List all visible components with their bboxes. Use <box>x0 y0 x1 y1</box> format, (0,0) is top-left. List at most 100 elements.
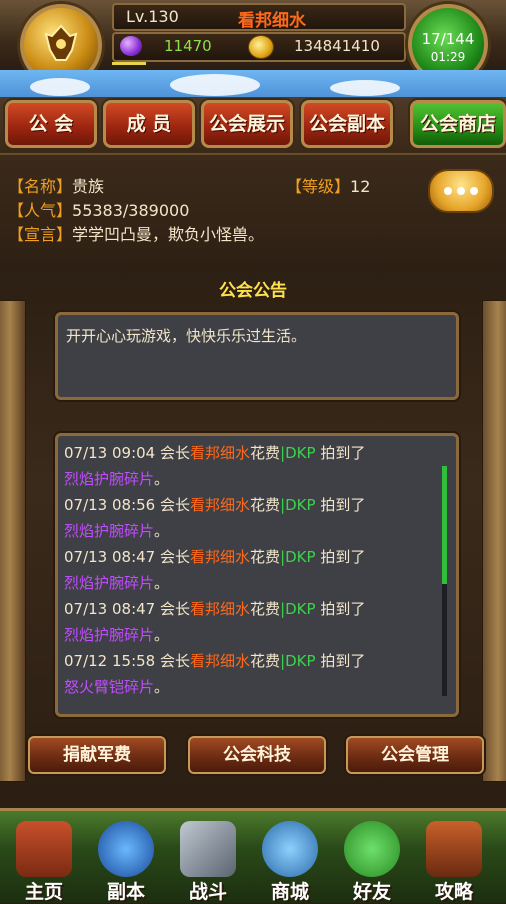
log-dkp: |DKP <box>280 548 316 566</box>
nav-battle[interactable]: 战斗 <box>168 811 248 903</box>
guild-tech-button[interactable]: 公会科技 <box>188 736 326 774</box>
chat-button[interactable] <box>428 169 494 213</box>
nav-dungeon[interactable]: 副本 <box>86 811 166 903</box>
guild-log-list[interactable]: 07/13 09:04 会长看邦细水花费|DKP 拍到了 烈焰护腕碎片。 07/1… <box>55 433 459 717</box>
chat-dots-icon <box>444 187 452 195</box>
log-time: 07/13 09:04 <box>64 444 156 462</box>
guild-level-row: 【等级】12 <box>286 173 370 197</box>
guild-name-row: 【名称】贵族 <box>8 173 104 197</box>
nav-shop[interactable]: 商城 <box>250 811 330 903</box>
guild-tab-bar: 公 会 成 员 公会展示 公会副本 公会商店 <box>0 97 506 153</box>
monster-shop-icon <box>262 821 318 877</box>
nav-home[interactable]: 主页 <box>4 811 84 903</box>
log-role: 会长 <box>160 600 191 618</box>
nav-friends[interactable]: 好友 <box>332 811 412 903</box>
resource-bar: 11470 134841410 <box>112 32 406 62</box>
log-action: 花费 <box>250 600 281 618</box>
list-item: 07/13 08:47 会长看邦细水花费|DKP 拍到了烈焰护腕碎片。 <box>64 596 436 648</box>
log-time: 07/13 08:47 <box>64 600 156 618</box>
energy-timer: 01:29 <box>430 50 466 64</box>
nav-guide[interactable]: 攻略 <box>414 811 494 903</box>
log-action: 花费 <box>250 496 281 514</box>
guild-name: 贵族 <box>72 177 105 196</box>
left-pillar <box>0 300 26 782</box>
guild-popularity-row: 【人气】55383/389000 <box>8 197 189 221</box>
log-role: 会长 <box>160 444 191 462</box>
log-dkp: |DKP <box>280 652 316 670</box>
log-result: 拍到了 <box>320 444 366 462</box>
guild-motto-row: 【宣言】学学凹凸曼，欺负小怪兽。 <box>8 221 264 245</box>
gem-icon <box>120 36 142 56</box>
skull-crystal-icon <box>98 821 154 877</box>
log-role: 会长 <box>160 496 191 514</box>
log-action: 花费 <box>250 652 281 670</box>
guild-level: 12 <box>350 177 371 196</box>
sky-banner <box>0 70 506 100</box>
list-item: 07/13 09:04 会长看邦细水花费|DKP 拍到了 烈焰护腕碎片。 <box>64 440 436 492</box>
level-name-box: Lv.130 看邦细水 <box>112 3 406 31</box>
guild-motto-label: 【宣言】 <box>8 225 73 244</box>
log-player-name: 看邦细水 <box>190 444 251 462</box>
log-result: 拍到了 <box>320 548 366 566</box>
guild-motto: 学学凹凸曼，欺负小怪兽。 <box>72 225 265 244</box>
log-time: 07/13 08:56 <box>64 496 156 514</box>
log-end: 。 <box>154 522 170 540</box>
guild-popularity-label: 【人气】 <box>8 201 73 220</box>
player-name: 看邦细水 <box>238 11 306 31</box>
guild-notice-title: 公会公告 <box>219 281 287 301</box>
energy-count: 17/144 <box>421 30 475 48</box>
log-role: 会长 <box>160 652 191 670</box>
log-scrollbar-thumb[interactable] <box>442 466 447 584</box>
guild-popularity: 55383/389000 <box>72 201 190 220</box>
gem-count: 11470 <box>164 37 212 55</box>
helmet-icon <box>44 24 78 61</box>
tab-guild-shop[interactable]: 公会商店 <box>410 100 506 148</box>
guild-manage-button[interactable]: 公会管理 <box>346 736 484 774</box>
bottom-nav: 主页 副本 战斗 商城 好友 攻略 <box>0 808 506 903</box>
log-item: 烈焰护腕碎片 <box>64 470 155 488</box>
guild-name-label: 【名称】 <box>8 177 73 196</box>
log-action: 花费 <box>250 444 281 462</box>
log-result: 拍到了 <box>320 652 366 670</box>
log-player-name: 看邦细水 <box>190 496 251 514</box>
player-level: Lv.130 <box>126 7 179 26</box>
guild-info-panel: 【名称】贵族 【等级】12 【人气】55383/389000 【宣言】学学凹凸曼… <box>0 153 506 265</box>
tab-guild-dungeon[interactable]: 公会副本 <box>301 100 393 148</box>
guild-level-label: 【等级】 <box>286 177 351 196</box>
log-end: 。 <box>154 574 170 592</box>
log-dkp: |DKP <box>280 496 316 514</box>
list-item: 07/13 08:47 会长看邦细水花费|DKP 拍到了烈焰护腕碎片。 <box>64 544 436 596</box>
log-item: 烈焰护腕碎片 <box>64 626 155 644</box>
house-icon <box>16 821 72 877</box>
log-dkp: |DKP <box>280 600 316 618</box>
log-action: 花费 <box>250 548 281 566</box>
top-status-bar: Lv.130 看邦细水 11470 134841410 17/144 01:29 <box>0 0 506 86</box>
log-player-name: 看邦细水 <box>190 652 251 670</box>
log-result: 拍到了 <box>320 496 366 514</box>
log-item: 烈焰护腕碎片 <box>64 574 155 592</box>
log-time: 07/12 15:58 <box>64 652 156 670</box>
tab-guild[interactable]: 公 会 <box>5 100 97 148</box>
sword-icon <box>180 821 236 877</box>
log-result: 拍到了 <box>320 600 366 618</box>
log-time: 07/13 08:47 <box>64 548 156 566</box>
right-pillar <box>482 300 506 782</box>
log-scrollbar[interactable] <box>442 466 447 696</box>
gold-count: 134841410 <box>294 37 380 55</box>
log-player-name: 看邦细水 <box>190 600 251 618</box>
log-item: 怒火臂铠碎片 <box>64 678 155 696</box>
tab-members[interactable]: 成 员 <box>103 100 195 148</box>
log-role: 会长 <box>160 548 191 566</box>
log-end: 。 <box>154 678 170 696</box>
donate-funds-button[interactable]: 捐献军费 <box>28 736 166 774</box>
list-item: 07/13 08:56 会长看邦细水花费|DKP 拍到了烈焰护腕碎片。 <box>64 492 436 544</box>
list-item: 07/12 15:58 会长看邦细水花费|DKP 拍到了怒火臂铠碎片。 <box>64 648 436 700</box>
book-icon <box>426 821 482 877</box>
log-player-name: 看邦细水 <box>190 548 251 566</box>
guild-notice-text: 开开心心玩游戏，快快乐乐过生活。 <box>66 327 307 345</box>
log-end: 。 <box>154 626 170 644</box>
gold-coin-icon <box>248 35 274 59</box>
experience-bar <box>112 62 146 65</box>
tab-guild-showcase[interactable]: 公会展示 <box>201 100 293 148</box>
log-item: 烈焰护腕碎片 <box>64 522 155 540</box>
